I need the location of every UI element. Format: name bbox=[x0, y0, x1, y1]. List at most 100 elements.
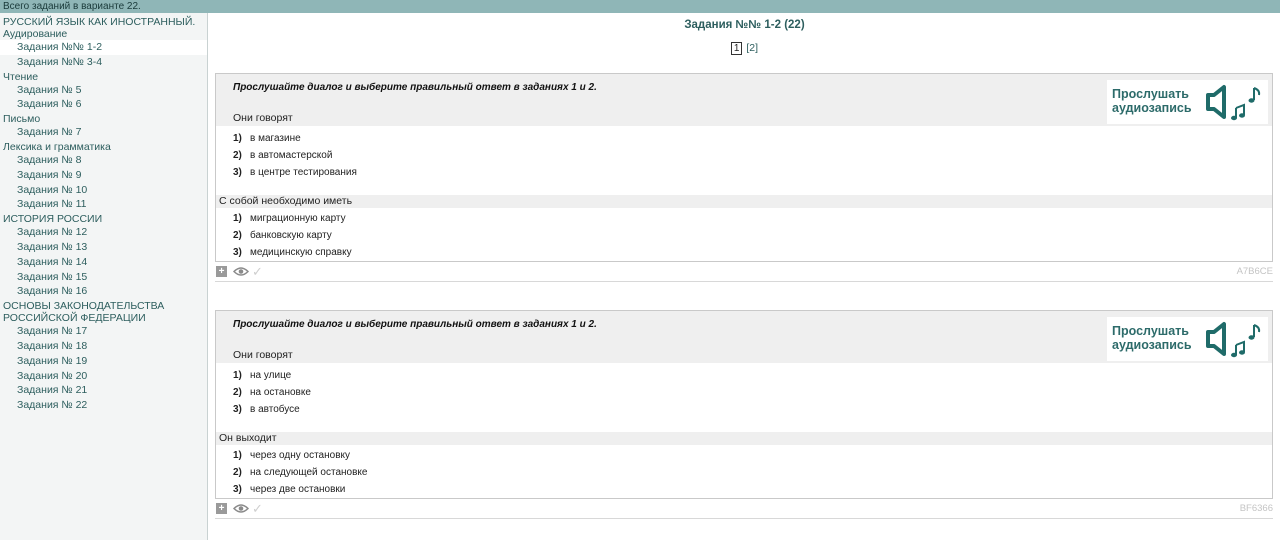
sidebar-section-title: ИСТОРИЯ РОССИИ bbox=[3, 213, 103, 226]
option-text: в автомастерской bbox=[250, 150, 333, 161]
option-number: 1) bbox=[233, 213, 242, 224]
option-number: 3) bbox=[233, 167, 242, 178]
answer-option[interactable]: 1) через одну остановку bbox=[233, 447, 1272, 464]
sidebar-section-title: Чтение bbox=[3, 70, 39, 83]
answer-option[interactable]: 3) в центре тестирования bbox=[233, 164, 1272, 181]
sidebar-section-title: ОСНОВЫ ЗАКОНОДАТЕЛЬСТВА bbox=[3, 300, 165, 313]
option-text: через две остановки bbox=[250, 484, 346, 495]
eye-icon[interactable] bbox=[233, 266, 249, 277]
sidebar-item[interactable]: Задания № 19 bbox=[0, 354, 207, 369]
sidebar-item[interactable]: Задания №№ 3-4 bbox=[0, 55, 207, 70]
question-1: Они говорят bbox=[233, 112, 293, 124]
page-1-current: 1 bbox=[730, 42, 743, 55]
question-1-options: 1) на улице 2) на остановке 3) в автобусе bbox=[216, 363, 1272, 418]
option-number: 3) bbox=[233, 484, 242, 495]
option-text: банковскую карту bbox=[250, 230, 332, 241]
sidebar-section-title: Письмо bbox=[3, 113, 41, 126]
answer-option[interactable]: 2) на следующей остановке bbox=[233, 464, 1272, 481]
question-1-options: 1) в магазине 2) в автомастерской 3) в центре… bbox=[216, 126, 1272, 181]
sidebar-item[interactable]: Задания № 21 bbox=[0, 383, 207, 398]
answer-option[interactable]: 1) на улице bbox=[233, 367, 1272, 384]
option-text: в центре тестирования bbox=[250, 167, 357, 178]
answer-option[interactable]: 3) через две остановки bbox=[233, 481, 1272, 498]
task-header: Прослушайте диалог и выберите правильный… bbox=[216, 74, 1272, 126]
play-audio-button[interactable]: Прослушать аудиозапись bbox=[1107, 80, 1268, 124]
sidebar-section-title: РОССИЙСКОЙ ФЕДЕРАЦИИ bbox=[3, 312, 146, 325]
answer-option[interactable]: 1) в магазине bbox=[233, 130, 1272, 147]
task-header: Прослушайте диалог и выберите правильный… bbox=[216, 311, 1272, 363]
task-footer: + ✓ A7B6CE bbox=[215, 262, 1273, 282]
sidebar: РУССКИЙ ЯЗЫК КАК ИНОСТРАННЫЙ. Аудирование… bbox=[0, 13, 208, 540]
sidebar-item[interactable]: Задания № 7 bbox=[0, 125, 207, 140]
sidebar-item[interactable]: Задания № 13 bbox=[0, 240, 207, 255]
option-number: 2) bbox=[233, 467, 242, 478]
sidebar-section-title: Аудирование bbox=[3, 28, 68, 40]
page-2-link[interactable]: [2] bbox=[746, 42, 758, 54]
pagination: 1 [2] bbox=[209, 42, 1280, 55]
option-number: 1) bbox=[233, 133, 242, 144]
sidebar-item[interactable]: Задания № 8 bbox=[0, 153, 207, 168]
sidebar-item[interactable]: Задания №№ 1-2 bbox=[0, 40, 207, 55]
option-text: на следующей остановке bbox=[250, 467, 368, 478]
answer-option[interactable]: 3) в автобусе bbox=[233, 401, 1272, 418]
total-tasks-text: Всего заданий в варианте 22. bbox=[3, 1, 141, 12]
sidebar-item[interactable]: Задания № 20 bbox=[0, 369, 207, 384]
check-icon[interactable]: ✓ bbox=[252, 264, 263, 280]
question-2-options: 1) миграционную карту 2) банковскую карту 3)… bbox=[216, 208, 1272, 261]
main-content: Задания №№ 1-2 (22) 1 [2] Прослушайте ди… bbox=[209, 13, 1280, 540]
question-2: Он выходит bbox=[216, 432, 1272, 445]
sidebar-item[interactable]: Задания № 11 bbox=[0, 197, 207, 212]
answer-option[interactable]: 2) банковскую карту bbox=[233, 227, 1272, 244]
speaker-music-icon bbox=[1206, 85, 1261, 121]
option-number: 1) bbox=[233, 450, 242, 461]
answer-option[interactable]: 1) миграционную карту bbox=[233, 210, 1272, 227]
answer-option[interactable]: 2) на остановке bbox=[233, 384, 1272, 401]
sidebar-item[interactable]: Задания № 16 bbox=[0, 284, 207, 299]
sidebar-item[interactable]: Задания № 14 bbox=[0, 255, 207, 270]
option-number: 1) bbox=[233, 370, 242, 381]
task-code: A7B6CE bbox=[1236, 266, 1273, 277]
sidebar-item[interactable]: Задания № 17 bbox=[0, 324, 207, 339]
task-footer: + ✓ BF6366 bbox=[215, 499, 1273, 519]
play-audio-button[interactable]: Прослушать аудиозапись bbox=[1107, 317, 1268, 361]
sidebar-item[interactable]: Задания № 5 bbox=[0, 83, 207, 98]
option-text: в автобусе bbox=[250, 404, 300, 415]
option-text: на улице bbox=[250, 370, 292, 381]
answer-option[interactable]: 3) медицинскую справку bbox=[233, 244, 1272, 261]
sidebar-item[interactable]: Задания № 12 bbox=[0, 225, 207, 240]
page-title: Задания №№ 1-2 (22) bbox=[684, 19, 805, 31]
task-block: Прослушайте диалог и выберите правильный… bbox=[215, 310, 1273, 519]
option-text: на остановке bbox=[250, 387, 311, 398]
option-number: 3) bbox=[233, 404, 242, 415]
task-block: Прослушайте диалог и выберите правильный… bbox=[215, 73, 1273, 282]
expand-icon[interactable]: + bbox=[216, 266, 227, 277]
sidebar-item[interactable]: Задания № 15 bbox=[0, 270, 207, 285]
task-card: Прослушайте диалог и выберите правильный… bbox=[215, 73, 1273, 262]
option-number: 2) bbox=[233, 230, 242, 241]
task-card: Прослушайте диалог и выберите правильный… bbox=[215, 310, 1273, 499]
option-number: 2) bbox=[233, 150, 242, 161]
expand-icon[interactable]: + bbox=[216, 503, 227, 514]
sidebar-item[interactable]: Задания № 22 bbox=[0, 398, 207, 413]
top-status-bar: Всего заданий в варианте 22. bbox=[0, 0, 1280, 13]
question-1: Они говорят bbox=[233, 349, 293, 361]
answer-option[interactable]: 2) в автомастерской bbox=[233, 147, 1272, 164]
option-text: в магазине bbox=[250, 133, 301, 144]
task-code: BF6366 bbox=[1239, 503, 1273, 514]
sidebar-item[interactable]: Задания № 9 bbox=[0, 168, 207, 183]
question-2: С собой необходимо иметь bbox=[216, 195, 1272, 208]
sidebar-item[interactable]: Задания № 6 bbox=[0, 97, 207, 112]
check-icon[interactable]: ✓ bbox=[252, 501, 263, 517]
option-text: миграционную карту bbox=[250, 213, 346, 224]
option-number: 3) bbox=[233, 247, 242, 258]
sidebar-item[interactable]: Задания № 18 bbox=[0, 339, 207, 354]
sidebar-section-title: Лексика и грамматика bbox=[3, 140, 111, 153]
option-number: 2) bbox=[233, 387, 242, 398]
sidebar-item[interactable]: Задания № 10 bbox=[0, 183, 207, 198]
option-text: через одну остановку bbox=[250, 450, 350, 461]
eye-icon[interactable] bbox=[233, 503, 249, 514]
question-2-options: 1) через одну остановку 2) на следующей ост… bbox=[216, 445, 1272, 498]
speaker-music-icon bbox=[1206, 322, 1261, 358]
option-text: медицинскую справку bbox=[250, 247, 352, 258]
sidebar-section-title: РУССКИЙ ЯЗЫК КАК ИНОСТРАННЫЙ. bbox=[3, 16, 196, 28]
